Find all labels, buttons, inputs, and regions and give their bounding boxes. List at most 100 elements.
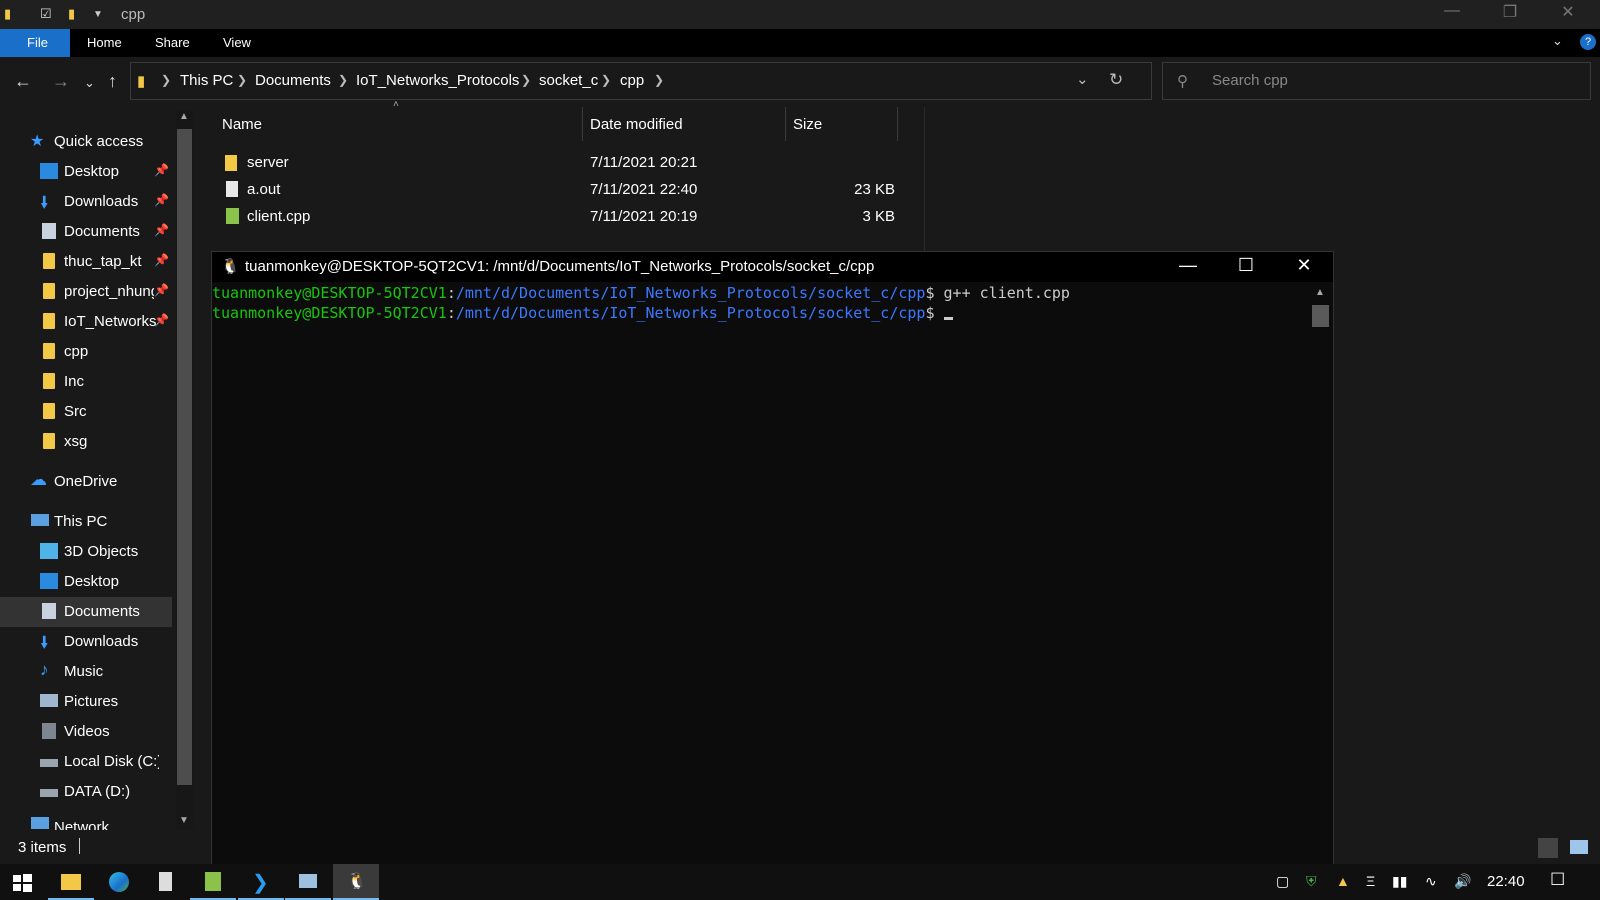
column-name[interactable]: Name — [222, 116, 262, 133]
column-divider[interactable] — [582, 107, 583, 141]
calculator-icon[interactable] — [143, 864, 189, 900]
sidebar-item-onedrive[interactable]: ☁ OneDrive — [0, 467, 172, 497]
terminal-line[interactable]: tuanmonkey@DESKTOP-5QT2CV1:/mnt/d/Docume… — [212, 304, 953, 322]
battery-icon[interactable]: ▮▮ — [1392, 873, 1407, 890]
minimize-button[interactable]: — — [1432, 2, 1472, 20]
tab-share[interactable]: Share — [155, 35, 190, 50]
quick-access-dropdown-icon[interactable]: ▼ — [93, 9, 103, 20]
breadcrumb-iot[interactable]: IoT_Networks_Protocols — [356, 72, 519, 89]
sidebar-item-desktop[interactable]: Desktop 📌 — [0, 157, 172, 187]
vscode-icon[interactable]: ❯ — [238, 864, 284, 900]
file-explorer-icon[interactable] — [48, 864, 94, 900]
up-icon[interactable]: ↑ — [108, 71, 117, 92]
tablet-icon[interactable]: ▢ — [1276, 873, 1289, 890]
column-divider[interactable] — [785, 107, 786, 141]
chevron-right-icon[interactable]: ❯ — [654, 73, 664, 87]
sidebar-item-cpp[interactable]: cpp — [0, 337, 172, 367]
sidebar-scrollbar[interactable]: ▲ ▼ — [176, 111, 193, 831]
file-row-client-cpp[interactable]: client.cpp 7/11/2021 20:19 3 KB — [207, 204, 897, 230]
chevron-right-icon[interactable]: ❯ — [161, 73, 171, 87]
remote-icon[interactable] — [285, 864, 331, 900]
breadcrumb-cpp[interactable]: cpp — [620, 72, 644, 89]
action-center-icon[interactable]: ☐ — [1550, 870, 1565, 890]
sidebar-item-videos[interactable]: Videos — [0, 717, 172, 747]
breadcrumb-documents[interactable]: Documents — [255, 72, 331, 89]
sidebar-item-network[interactable]: Network — [0, 813, 172, 830]
scrollbar-thumb[interactable] — [1312, 305, 1329, 327]
breadcrumb-this-pc[interactable]: This PC — [180, 72, 233, 89]
wifi-icon[interactable]: ∿ — [1425, 873, 1437, 890]
scroll-up-icon[interactable]: ▲ — [1315, 287, 1325, 298]
sidebar-item-pc-downloads[interactable]: 🠛 Downloads — [0, 627, 172, 657]
pin-icon[interactable]: 📌 — [154, 223, 169, 237]
pin-icon[interactable]: 📌 — [154, 193, 169, 207]
tab-file-label[interactable]: File — [27, 35, 48, 50]
column-date-modified[interactable]: Date modified — [590, 116, 683, 133]
sidebar-item-project-nhung[interactable]: project_nhung 📌 — [0, 277, 172, 307]
terminal-scrollbar[interactable]: ▲ — [1310, 287, 1331, 862]
terminal-maximize-button[interactable]: ☐ — [1223, 255, 1269, 276]
terminal-close-button[interactable]: ✕ — [1281, 255, 1327, 276]
properties-icon[interactable]: ☑ — [40, 6, 52, 22]
address-bar[interactable]: ▮ ❯ This PC ❯ Documents ❯ IoT_Networks_P… — [130, 62, 1152, 100]
breadcrumb-socket-c[interactable]: socket_c — [539, 72, 598, 89]
pin-icon[interactable]: 📌 — [154, 283, 169, 297]
chevron-right-icon[interactable]: ❯ — [601, 73, 611, 87]
input-method-icon[interactable]: Ξ — [1366, 873, 1375, 889]
sidebar-item-iot-networks[interactable]: IoT_Networks 📌 — [0, 307, 172, 337]
sidebar-item-quick-access[interactable]: ★ Quick access — [0, 127, 172, 157]
scrollbar-thumb[interactable] — [177, 129, 192, 785]
terminal-title-bar[interactable]: 🐧 tuanmonkey@DESKTOP-5QT2CV1: /mnt/d/Doc… — [212, 252, 1333, 282]
forward-icon[interactable]: → — [52, 71, 70, 92]
search-input[interactable]: Search cpp — [1212, 72, 1288, 89]
close-button[interactable]: ✕ — [1548, 2, 1588, 22]
volume-icon[interactable]: 🔊 — [1454, 873, 1471, 890]
sidebar-item-downloads[interactable]: 🠛 Downloads 📌 — [0, 187, 172, 217]
clock[interactable]: 22:40 — [1487, 873, 1525, 890]
sidebar-item-music[interactable]: ♪ Music — [0, 657, 172, 687]
ubuntu-icon[interactable]: 🐧 — [333, 864, 379, 900]
sidebar-item-3d-objects[interactable]: 3D Objects — [0, 537, 172, 567]
back-icon[interactable]: ← — [14, 71, 32, 92]
sidebar-item-pc-desktop[interactable]: Desktop — [0, 567, 172, 597]
column-size[interactable]: Size — [793, 116, 822, 133]
tab-view[interactable]: View — [223, 35, 251, 50]
chevron-right-icon[interactable]: ❯ — [237, 73, 247, 87]
file-row-a-out[interactable]: a.out 7/11/2021 22:40 23 KB — [207, 177, 897, 203]
chevron-right-icon[interactable]: ❯ — [338, 73, 348, 87]
sidebar-item-documents[interactable]: Documents 📌 — [0, 217, 172, 247]
column-divider[interactable] — [897, 107, 898, 141]
pin-icon[interactable]: 📌 — [154, 313, 169, 327]
sidebar-item-pictures[interactable]: Pictures — [0, 687, 172, 717]
pin-icon[interactable]: 📌 — [154, 163, 169, 177]
file-row-server[interactable]: server 7/11/2021 20:21 — [207, 150, 897, 176]
sidebar-item-thuc-tap-kt[interactable]: thuc_tap_kt 📌 — [0, 247, 172, 277]
sidebar-item-this-pc[interactable]: This PC — [0, 507, 172, 537]
tab-home[interactable]: Home — [87, 35, 122, 50]
sidebar-item-src[interactable]: Src — [0, 397, 172, 427]
recent-locations-icon[interactable]: ⌄ — [84, 75, 95, 91]
drive-sync-icon[interactable]: ▲ — [1336, 873, 1350, 889]
sidebar-item-inc[interactable]: Inc — [0, 367, 172, 397]
terminal-minimize-button[interactable]: — — [1165, 255, 1211, 276]
address-dropdown-icon[interactable]: ⌄ — [1076, 70, 1089, 88]
search-box[interactable]: ⚲ Search cpp — [1162, 62, 1591, 100]
scroll-down-icon[interactable]: ▼ — [179, 815, 189, 826]
refresh-icon[interactable]: ↻ — [1109, 70, 1123, 90]
notepad-icon[interactable] — [190, 864, 236, 900]
restore-button[interactable]: ❐ — [1490, 2, 1530, 22]
edge-icon[interactable] — [96, 864, 142, 900]
sidebar-item-xsg[interactable]: xsg — [0, 427, 172, 457]
security-shield-icon[interactable]: ⛨ — [1306, 873, 1317, 890]
sidebar-item-data-d[interactable]: DATA (D:) — [0, 777, 172, 807]
help-icon[interactable]: ? — [1580, 34, 1596, 50]
large-icons-view-icon[interactable] — [1570, 840, 1588, 854]
new-folder-icon[interactable]: ▮ — [68, 6, 75, 22]
expand-ribbon-icon[interactable]: ⌄ — [1552, 33, 1563, 49]
scroll-up-icon[interactable]: ▲ — [179, 111, 189, 122]
sidebar-item-pc-documents[interactable]: Documents — [0, 597, 172, 627]
pin-icon[interactable]: 📌 — [154, 253, 169, 267]
start-button[interactable] — [0, 864, 46, 900]
details-view-icon[interactable] — [1538, 838, 1558, 858]
terminal-window[interactable]: 🐧 tuanmonkey@DESKTOP-5QT2CV1: /mnt/d/Doc… — [211, 251, 1334, 866]
